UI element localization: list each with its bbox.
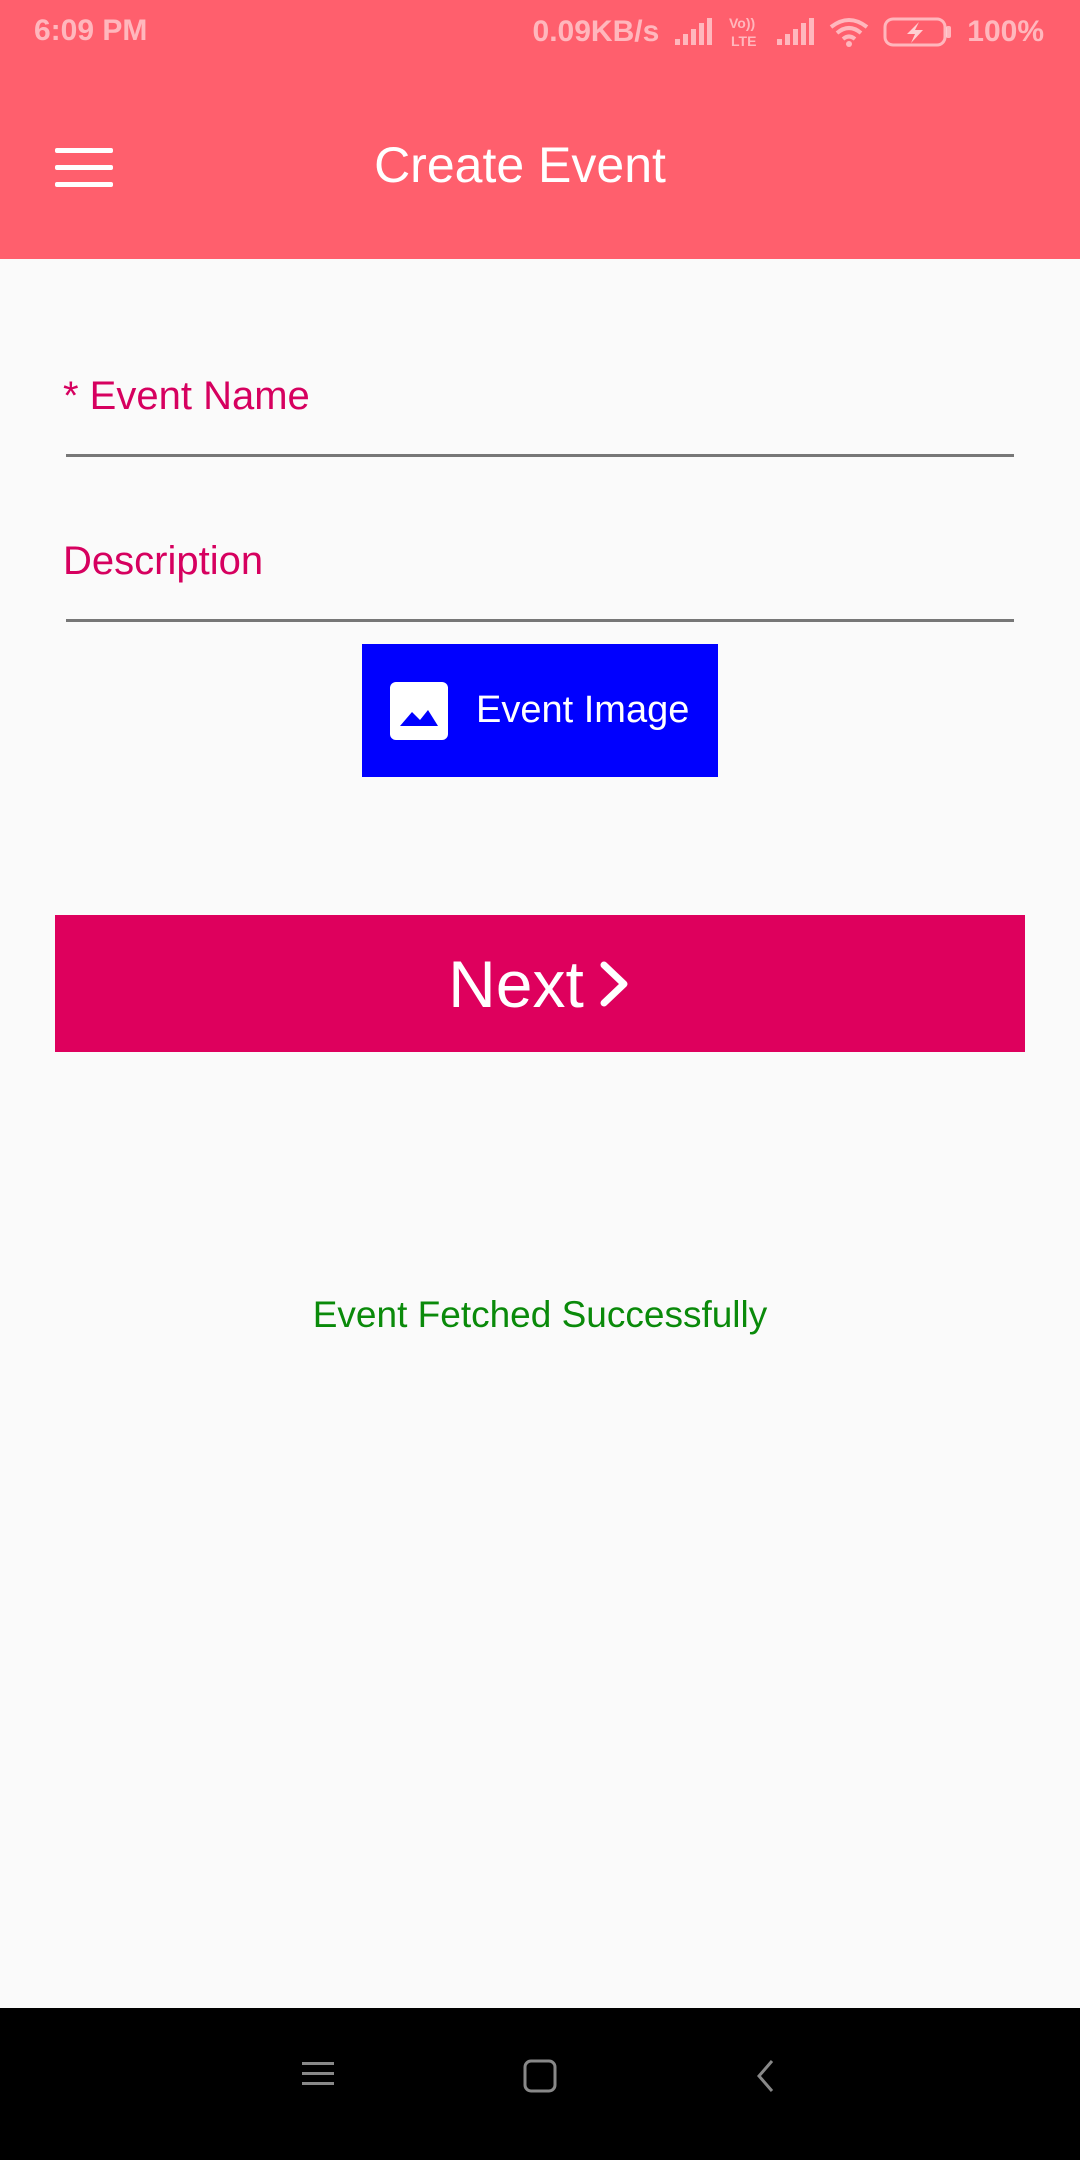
wifi-icon [830,18,869,47]
menu-lines-icon[interactable] [300,2058,336,2090]
status-time: 6:09 PM [34,14,148,47]
event-image-button[interactable]: Event Image [362,644,718,777]
system-nav-bar [0,2008,1080,2160]
svg-text:Vo)): Vo)) [729,15,755,31]
event-image-label: Event Image [476,689,690,731]
signal-icon [675,18,713,45]
back-chevron-icon[interactable] [754,2058,778,2094]
description-field[interactable]: Description [63,525,1014,622]
home-square-icon[interactable] [522,2058,558,2094]
page-title: Create Event [374,137,666,193]
event-name-field[interactable]: * Event Name [63,360,1014,457]
image-icon [390,681,448,740]
status-icons: 0.09KB/s Vo)) LTE 100% [533,14,1044,50]
volte-icon: Vo)) LTE [729,15,756,49]
next-button[interactable]: Next [55,915,1025,1052]
status-message: Event Fetched Successfully [312,1294,768,1335]
svg-text:LTE: LTE [731,33,756,49]
battery-percent: 100% [967,15,1044,48]
chevron-right-icon [600,961,628,1006]
app-bar: Create Event [0,66,1080,259]
network-speed: 0.09KB/s [532,15,660,48]
battery-icon [883,17,952,47]
description-label: Description [63,539,264,583]
signal-icon-2 [777,18,815,45]
next-label: Next [448,946,584,1021]
event-name-label: * Event Name [63,374,310,418]
status-bar: 6:09 PM 0.09KB/s Vo)) LTE 100% [0,0,1080,66]
